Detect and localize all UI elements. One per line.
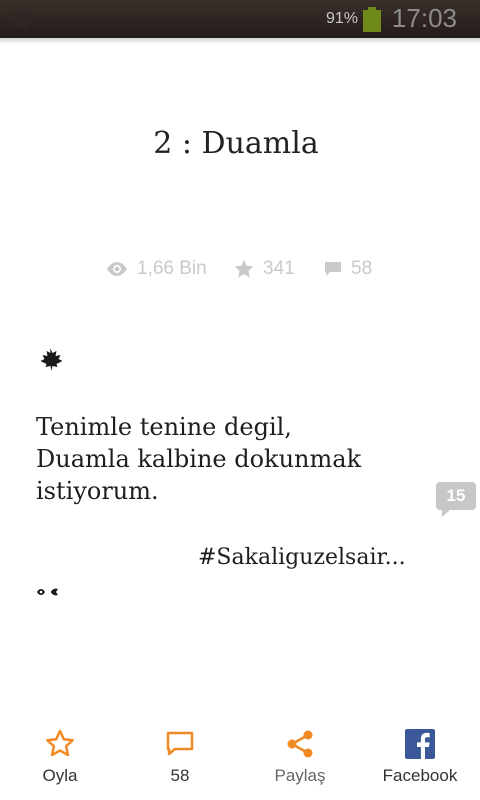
part-title: 2 : Duamla: [153, 126, 319, 161]
ornament-icon: [37, 588, 58, 596]
story-line: Duamla kalbine dokunmak: [36, 445, 362, 473]
facebook-button[interactable]: Facebook: [360, 716, 480, 800]
toolbar-shadow: [0, 38, 480, 44]
clock: 17:03: [391, 3, 457, 33]
maple-leaf-icon: [40, 348, 63, 371]
hashtag-text: #Sakaliguzelsair...: [198, 545, 406, 570]
share-button[interactable]: Paylaş: [240, 716, 360, 800]
votes-count: 341: [263, 258, 295, 279]
story-line: Tenimle tenine degil,: [36, 413, 292, 441]
vote-label: Oyla: [42, 766, 78, 785]
share-icon: [287, 730, 313, 758]
comment-icon: [325, 262, 341, 276]
bottom-action-bar: Oyla 58 Paylaş Facebook: [0, 716, 480, 800]
star-outline-icon: [46, 729, 74, 757]
views-stat: 1,66 Bin: [105, 258, 207, 280]
share-label: Paylaş: [274, 766, 326, 785]
status-bar: 91% 17:03: [0, 0, 480, 38]
comments-count: 58: [351, 258, 373, 279]
facebook-icon: [405, 729, 435, 759]
story-line: istiyorum.: [36, 477, 159, 505]
inline-comment-button[interactable]: 15: [436, 482, 476, 517]
vote-button[interactable]: Oyla: [0, 716, 120, 800]
notification-icon: [14, 12, 30, 28]
comments-stat: 58: [323, 258, 372, 280]
comments-label: 58: [170, 766, 190, 785]
views-count: 1,66 Bin: [137, 258, 207, 279]
story-text: Tenimle tenine degil, Duamla kalbine dok…: [36, 411, 361, 507]
story-stats: 1,66 Bin 341 58: [0, 258, 480, 284]
eye-icon: [107, 262, 127, 276]
battery-icon: [363, 7, 381, 32]
comment-outline-icon: [166, 731, 194, 756]
comments-button[interactable]: 58: [120, 716, 240, 800]
facebook-label: Facebook: [382, 766, 458, 785]
battery-percentage: 91%: [325, 10, 358, 27]
star-icon: [234, 259, 254, 278]
votes-stat: 341: [233, 258, 295, 280]
